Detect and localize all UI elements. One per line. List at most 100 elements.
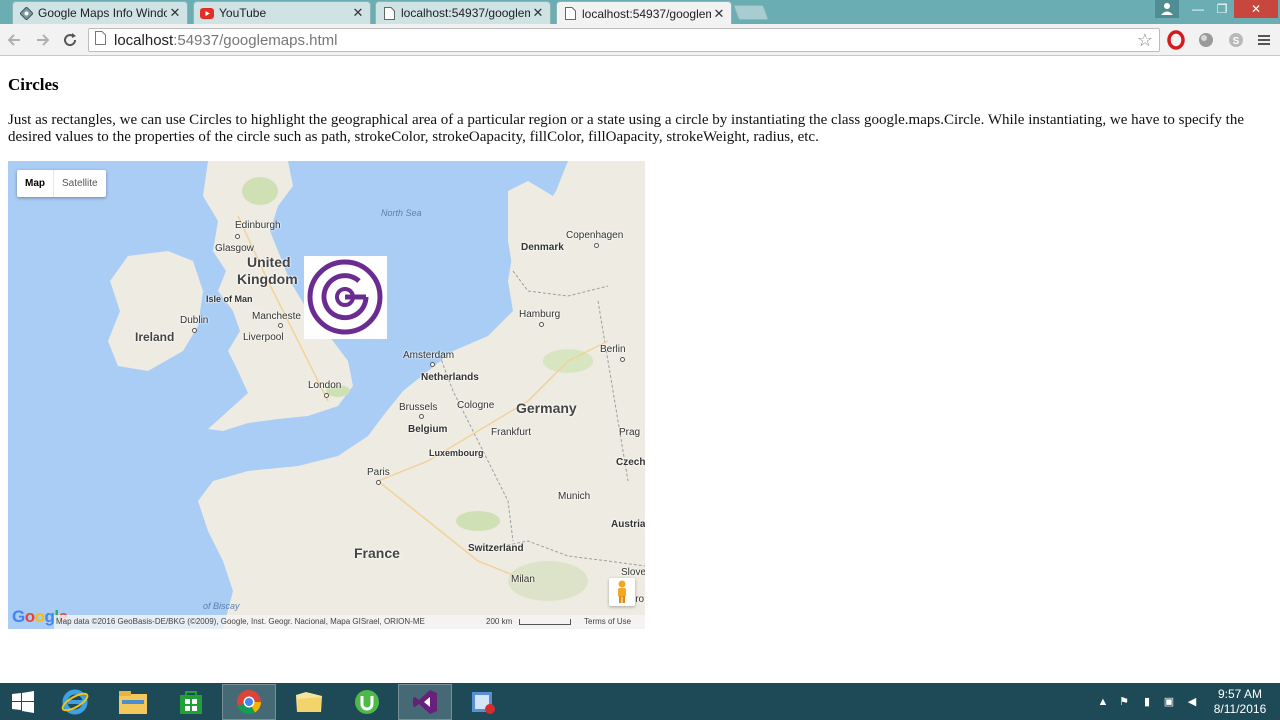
taskbar-file-explorer[interactable] [106, 684, 160, 720]
skype-icon[interactable]: S [1226, 30, 1246, 50]
web-page: Circles Just as rectangles, we can use C… [0, 57, 1280, 683]
taskbar-store[interactable] [164, 684, 218, 720]
city-marker [324, 393, 329, 398]
tab-title: localhost:54937/googlem [582, 6, 711, 21]
chrome-menu-icon[interactable] [1254, 30, 1274, 50]
tab-title: localhost:54937/googlem [401, 6, 530, 20]
city-marker [539, 322, 544, 327]
battery-icon[interactable]: ▮ [1140, 695, 1154, 709]
visual-studio-icon [413, 690, 437, 714]
back-button[interactable] [5, 30, 25, 50]
network-icon[interactable]: ▣ [1162, 695, 1176, 709]
taskbar-chrome[interactable] [222, 684, 276, 720]
taskbar-folder[interactable] [282, 684, 336, 720]
close-window-button[interactable]: ✕ [1234, 0, 1278, 18]
map-label-berlin: Berlin [600, 344, 626, 355]
new-tab-button[interactable] [733, 5, 769, 20]
city-marker [192, 328, 197, 333]
page-icon [95, 31, 106, 49]
satellite-view-button[interactable]: Satellite [54, 170, 106, 197]
screen-recorder-icon [472, 692, 495, 714]
minimize-button[interactable]: — [1186, 0, 1210, 18]
map-label-liverpool: Liverpool [243, 332, 284, 343]
windows-taskbar: ▲ ⚑ ▮ ▣ ◀ 9:57 AM 8/11/2016 [0, 683, 1280, 720]
url-path: :54937/googlemaps.html [173, 31, 338, 49]
map-label-isle-of-man: Isle of Man [206, 294, 253, 304]
city-marker [376, 480, 381, 485]
tab-localhost-1[interactable]: localhost:54937/googlem ✕ [375, 1, 551, 24]
tab-close-icon[interactable]: ✕ [711, 6, 727, 22]
utorrent-icon [355, 690, 379, 714]
store-icon [180, 691, 202, 714]
restore-button[interactable]: ❐ [1210, 0, 1234, 18]
map-label-cologne: Cologne [457, 400, 495, 411]
internet-explorer-icon [61, 689, 89, 715]
map-label-slovenia: Slove [621, 567, 645, 578]
terms-of-use-link[interactable]: Terms of Use [584, 615, 631, 629]
tab-strip: Google Maps Info Windo ✕ YouTube ✕ local… [0, 0, 1280, 25]
tab-google-maps-info-window[interactable]: Google Maps Info Windo ✕ [12, 1, 188, 24]
map-label-denmark: Denmark [521, 242, 564, 253]
reload-button[interactable] [60, 30, 80, 50]
taskbar-screen-recorder[interactable] [456, 684, 510, 720]
map-label-edinburgh: Edinburgh [235, 220, 281, 231]
custom-marker-logo[interactable] [304, 256, 387, 339]
map-label-paris: Paris [367, 467, 390, 478]
map-label-austria: Austria [611, 519, 645, 530]
tab-close-icon[interactable]: ✕ [530, 5, 546, 21]
svg-text:S: S [1233, 36, 1240, 47]
taskbar-internet-explorer[interactable] [48, 684, 102, 720]
map-label-munich: Munich [558, 491, 591, 502]
taskbar-utorrent[interactable] [340, 684, 394, 720]
map-label-amsterdam: Amsterdam [403, 350, 455, 361]
map-label-belgium: Belgium [408, 424, 448, 435]
map-label-france: France [354, 545, 400, 561]
map-label-kingdom: Kingdom [237, 271, 298, 287]
clock-date: 8/11/2016 [1213, 702, 1267, 716]
city-marker [430, 362, 435, 367]
maps-favicon-icon [19, 6, 33, 20]
tab-youtube[interactable]: YouTube ✕ [193, 1, 371, 24]
city-marker [235, 234, 240, 239]
folder-icon [296, 692, 322, 712]
map-label-prague: Prag [619, 427, 641, 438]
file-explorer-icon [119, 691, 147, 714]
tab-close-icon[interactable]: ✕ [350, 5, 366, 21]
opera-icon[interactable] [1166, 30, 1186, 50]
tab-title: Google Maps Info Windo [38, 6, 167, 20]
extension-icon[interactable] [1196, 30, 1216, 50]
map-type-control: Map Satellite [17, 170, 106, 197]
map-label-milan: Milan [511, 574, 535, 585]
map-label-czech: Czech [616, 457, 645, 468]
taskbar-visual-studio[interactable] [398, 684, 452, 720]
address-bar[interactable]: localhost:54937/googlemaps.html ☆ [88, 28, 1160, 52]
map-scale-bar [519, 619, 571, 625]
page-description: Just as rectangles, we can use Circles t… [8, 112, 1244, 145]
action-center-icon[interactable]: ⚑ [1117, 695, 1131, 709]
city-marker [620, 357, 625, 362]
map-label-brussels: Brussels [399, 402, 438, 413]
map-label-netherlands: Netherlands [421, 372, 479, 383]
street-view-pegman[interactable] [609, 578, 635, 606]
user-profile-button[interactable] [1155, 0, 1179, 18]
map-view-button[interactable]: Map [17, 170, 54, 197]
clock-time: 9:57 AM [1217, 687, 1263, 701]
tab-localhost-active[interactable]: localhost:54937/googlem ✕ [556, 1, 732, 25]
volume-icon[interactable]: ◀ [1185, 695, 1199, 709]
map-label-hamburg: Hamburg [519, 309, 561, 320]
tab-close-icon[interactable]: ✕ [167, 5, 183, 21]
map-label-london: London [308, 380, 342, 391]
city-marker [278, 323, 283, 328]
forward-button[interactable] [32, 30, 52, 50]
map-scale-label: 200 km [486, 617, 513, 626]
start-button[interactable] [0, 684, 46, 720]
map-label-glasgow: Glasgow [215, 243, 254, 254]
google-map[interactable]: Map Satellite North Sea Edinburgh Glasgo… [8, 161, 645, 629]
map-label-ireland: Ireland [135, 330, 175, 344]
map-label-north-sea: North Sea [381, 208, 422, 218]
system-clock[interactable]: 9:57 AM 8/11/2016 [1208, 687, 1272, 717]
back-arrow-icon [7, 34, 20, 46]
bookmark-star-icon[interactable]: ☆ [1137, 30, 1153, 51]
show-hidden-icons-icon[interactable]: ▲ [1096, 695, 1110, 709]
user-icon [1161, 3, 1173, 15]
